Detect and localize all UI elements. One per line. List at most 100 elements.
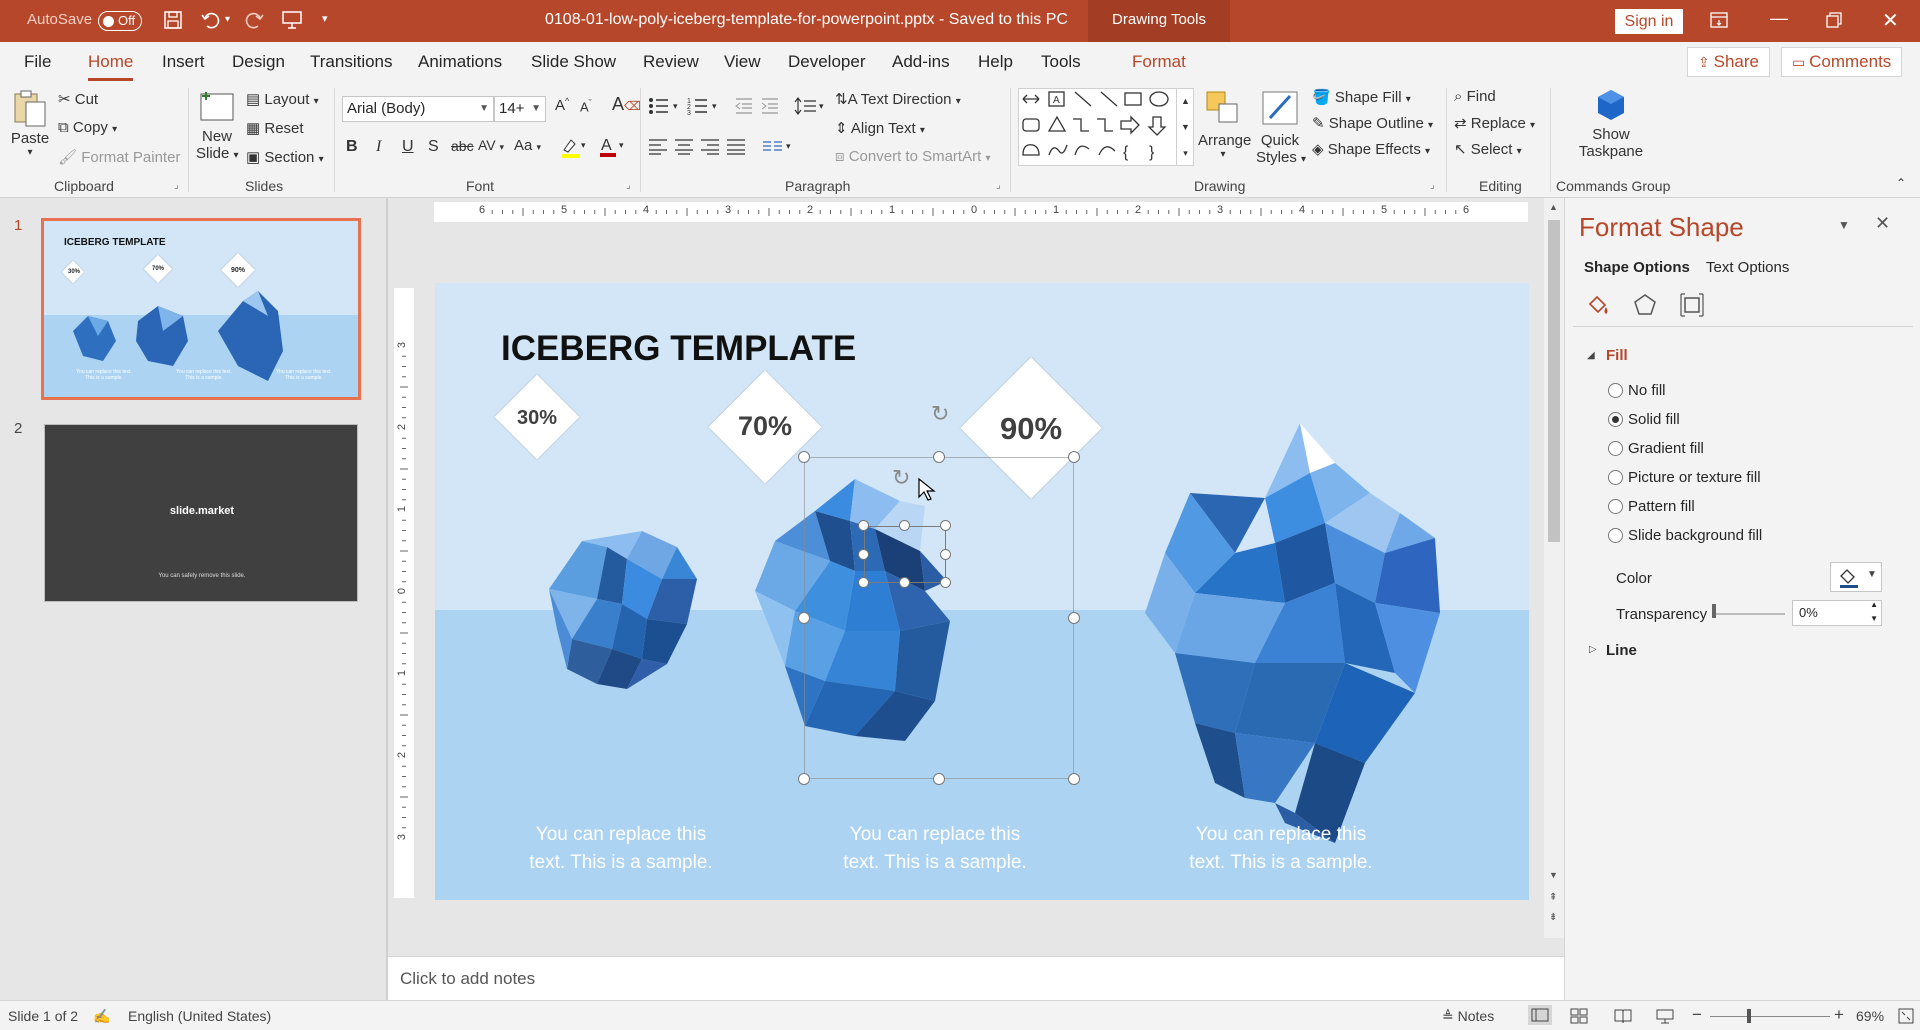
shapes-scroll[interactable]: ▲ ▼ ▾ <box>1176 88 1194 166</box>
notes-area[interactable]: Click to add notes <box>388 956 1564 1000</box>
slideshow-view-icon[interactable] <box>1656 1008 1674 1027</box>
align-left-icon[interactable] <box>648 138 668 160</box>
save-icon[interactable] <box>163 10 183 34</box>
transparency-input[interactable]: 0% ▲ ▼ <box>1792 600 1882 626</box>
radio-pattern-fill[interactable] <box>1608 499 1623 514</box>
format-painter-button[interactable]: 🖌 Format Painter <box>58 148 180 166</box>
resize-handle[interactable] <box>798 451 810 463</box>
caption-1[interactable]: You can replace this text. This is a samp… <box>511 821 731 877</box>
paste-button[interactable]: Paste ▾ <box>10 88 50 158</box>
tab-text-options[interactable]: Text Options <box>1706 259 1789 276</box>
increase-font-icon[interactable]: A^ <box>555 96 569 114</box>
tab-home[interactable]: Home <box>88 52 134 81</box>
iceberg-small[interactable] <box>527 519 727 719</box>
replace-button[interactable]: ⇄ Replace ▾ <box>1454 114 1535 132</box>
fill-line-icon[interactable] <box>1585 292 1611 322</box>
horizontal-ruler[interactable]: 6 5 4 3 2 1 0 1 2 3 4 5 6 <box>434 202 1528 222</box>
resize-handle[interactable] <box>1068 773 1080 785</box>
zoom-in-icon[interactable]: + <box>1834 1005 1844 1025</box>
tab-view[interactable]: View <box>724 52 761 72</box>
shape-effects-button[interactable]: ◈ Shape Effects ▾ <box>1312 140 1430 158</box>
autosave-toggle[interactable]: Off <box>98 11 142 31</box>
caption-2[interactable]: You can replace this text. This is a samp… <box>825 821 1045 877</box>
shape-fill-button[interactable]: 🪣 Shape Fill ▾ <box>1312 88 1411 106</box>
justify-icon[interactable] <box>726 138 746 160</box>
close-window-icon[interactable]: ✕ <box>1882 8 1899 33</box>
collapse-ribbon-icon[interactable]: ⌃ <box>1896 176 1906 190</box>
effects-pentagon-icon[interactable] <box>1632 292 1658 322</box>
arrange-button[interactable]: Arrange ▾ <box>1198 88 1251 160</box>
spinner-icon[interactable]: ▲ ▼ <box>1870 598 1878 626</box>
inner-resize-handle[interactable] <box>899 520 910 531</box>
inner-resize-handle[interactable] <box>858 520 869 531</box>
select-button[interactable]: ↖ Select ▾ <box>1454 140 1522 158</box>
underline-icon[interactable]: U <box>402 138 414 156</box>
next-slide-icon[interactable]: ⇟ <box>1549 912 1557 923</box>
shadow-icon[interactable]: S <box>428 138 439 156</box>
italic-icon[interactable]: I <box>376 138 381 156</box>
inner-resize-handle[interactable] <box>940 520 951 531</box>
font-color-icon[interactable]: A ▾ <box>598 135 626 163</box>
cut-button[interactable]: ✂ Cut <box>58 90 98 108</box>
tab-transitions[interactable]: Transitions <box>310 52 393 72</box>
normal-view-icon[interactable] <box>1528 1005 1552 1025</box>
inner-resize-handle[interactable] <box>899 577 910 588</box>
transparency-slider-thumb[interactable] <box>1712 604 1716 618</box>
layout-button[interactable]: ▤ Layout ▾ <box>246 90 319 108</box>
new-slide-button[interactable]: New Slide ▾ <box>196 88 239 162</box>
tab-file[interactable]: File <box>24 52 51 72</box>
font-name-combo[interactable]: Arial (Body) ▼ <box>342 96 494 122</box>
align-center-icon[interactable] <box>674 138 694 160</box>
tab-developer[interactable]: Developer <box>788 52 866 72</box>
shapes-gallery[interactable]: A {} <box>1018 88 1194 166</box>
resize-handle[interactable] <box>1068 612 1080 624</box>
slide-thumbnail-2[interactable]: slide.market You can safely remove this … <box>44 424 358 602</box>
decrease-font-icon[interactable]: Aˇ <box>580 98 592 114</box>
ribbon-display-options-icon[interactable] <box>1710 12 1728 32</box>
resize-handle[interactable] <box>1068 451 1080 463</box>
tab-help[interactable]: Help <box>978 52 1013 72</box>
tab-animations[interactable]: Animations <box>418 52 502 72</box>
undo-icon[interactable] <box>200 9 222 35</box>
zoom-level[interactable]: 69% <box>1856 1008 1884 1024</box>
text-direction-button[interactable]: ⇅A Text Direction ▾ <box>835 90 961 108</box>
radio-no-fill[interactable] <box>1608 383 1623 398</box>
scroll-down-icon[interactable]: ▼ <box>1549 870 1558 880</box>
align-text-button[interactable]: ⇕ Align Text ▾ <box>835 119 925 137</box>
notes-toggle[interactable]: ≜ Notes <box>1442 1008 1494 1025</box>
strikethrough-icon[interactable]: abc <box>451 138 474 154</box>
slide-scrollbar[interactable]: ▲ ▼ ⇞ ⇟ <box>1544 198 1564 938</box>
slide-sorter-icon[interactable] <box>1570 1008 1588 1027</box>
color-picker-button[interactable]: ▼ <box>1830 562 1882 592</box>
character-spacing-icon[interactable]: AV ▾ <box>478 137 504 153</box>
pane-options-chevron-icon[interactable]: ▼ <box>1838 218 1850 232</box>
zoom-slider[interactable] <box>1710 1016 1830 1017</box>
inner-rotate-handle-icon[interactable]: ↻ <box>892 465 910 491</box>
paragraph-launcher-icon[interactable]: ⌟ <box>996 180 1001 191</box>
share-button[interactable]: ⇪ Share <box>1687 47 1770 77</box>
transparency-slider[interactable] <box>1713 613 1785 615</box>
caption-3[interactable]: You can replace this text. This is a samp… <box>1171 821 1391 877</box>
inner-resize-handle[interactable] <box>940 577 951 588</box>
tab-design[interactable]: Design <box>232 52 285 72</box>
show-taskpane-button[interactable]: Show Taskpane <box>1574 88 1648 160</box>
decrease-indent-icon[interactable] <box>734 96 754 120</box>
drawing-launcher-icon[interactable]: ⌟ <box>1430 180 1435 191</box>
columns-icon[interactable]: ▾ <box>762 138 796 160</box>
tab-tools[interactable]: Tools <box>1041 52 1081 72</box>
fit-slide-icon[interactable] <box>1898 1008 1914 1027</box>
minimize-icon[interactable]: — <box>1770 8 1788 29</box>
quick-styles-button[interactable]: Quick Styles ▾ <box>1256 88 1306 166</box>
fill-expanded-icon[interactable]: ◢ <box>1587 350 1595 361</box>
inner-resize-handle[interactable] <box>858 549 869 560</box>
clear-formatting-icon[interactable]: A⌫ <box>612 94 641 115</box>
spell-check-icon[interactable]: ✍ <box>93 1008 110 1025</box>
pane-divider[interactable] <box>386 198 388 1000</box>
highlight-icon[interactable]: ▾ <box>560 136 588 162</box>
radio-gradient-fill[interactable] <box>1608 441 1623 456</box>
copy-button[interactable]: ⧉ Copy ▾ <box>58 119 117 136</box>
restore-icon[interactable] <box>1826 12 1842 32</box>
shape-outline-button[interactable]: ✎ Shape Outline ▾ <box>1312 114 1433 132</box>
section-button[interactable]: ▣ Section ▾ <box>246 148 324 166</box>
comments-button[interactable]: ▭ Comments <box>1781 47 1903 77</box>
